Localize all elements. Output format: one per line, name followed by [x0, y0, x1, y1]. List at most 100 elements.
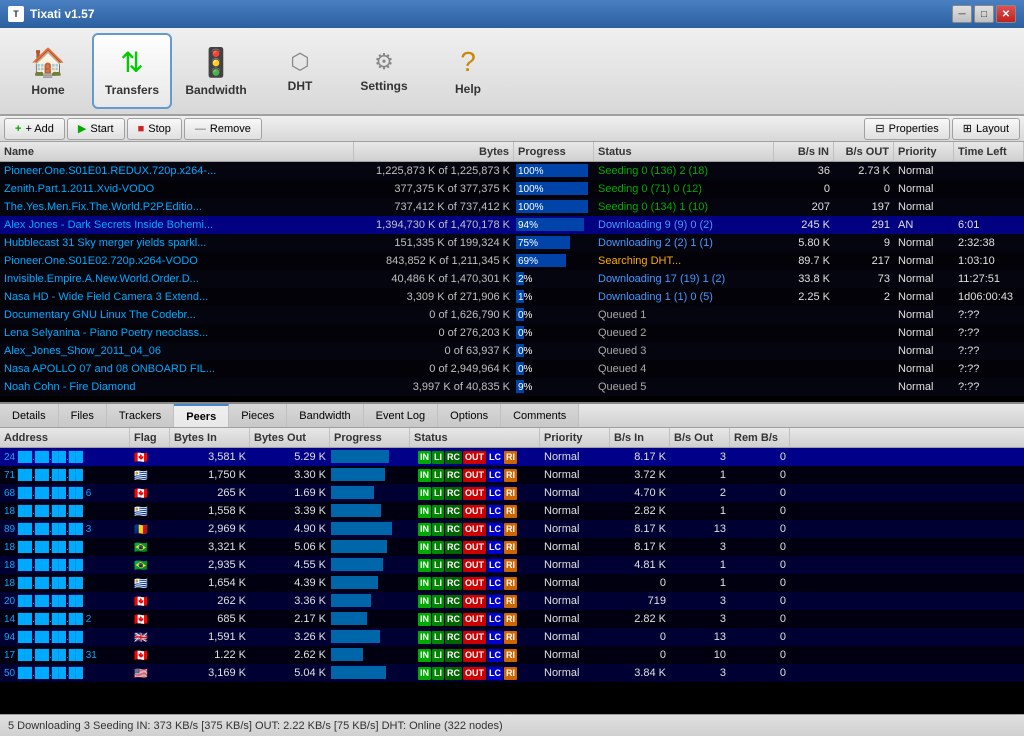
stop-button[interactable]: ■ Stop: [127, 118, 182, 140]
toolbar-dht[interactable]: ⬡ DHT: [260, 33, 340, 109]
toolbar-help[interactable]: ? Help: [428, 33, 508, 109]
peer-col-address: Address: [0, 428, 130, 447]
peer-row[interactable]: 18 ██.██.██.██ 🇺🇾 1,558 K 3.39 K IN LI R…: [0, 502, 1024, 520]
peer-priority: Normal: [540, 556, 610, 574]
peer-progress: [330, 520, 410, 538]
transfer-progress: 2%: [514, 270, 594, 288]
transfer-priority: Normal: [894, 252, 954, 270]
tab-comments[interactable]: Comments: [501, 404, 579, 427]
status-bar: 5 Downloading 3 Seeding IN: 373 KB/s [37…: [0, 714, 1024, 736]
peer-status: IN LI RC OUT LC RI: [410, 502, 540, 520]
peer-row[interactable]: 71 ██.██.██.██ 🇺🇾 1,750 K 3.30 K IN LI R…: [0, 466, 1024, 484]
toolbar-transfers[interactable]: ⇅ Transfers: [92, 33, 172, 109]
transfer-row[interactable]: Hubblecast 31 Sky merger yields sparkl..…: [0, 234, 1024, 252]
peer-bytesin: 2,969 K: [170, 520, 250, 538]
peer-row[interactable]: 20 ██.██.██.██ 🇨🇦 262 K 3.36 K IN LI RC …: [0, 592, 1024, 610]
tab-pieces[interactable]: Pieces: [229, 404, 287, 427]
peer-bytesin: 3,169 K: [170, 664, 250, 682]
peer-status: IN LI RC OUT LC RI: [410, 466, 540, 484]
peer-row[interactable]: 14 ██.██.██.██ 2 🇨🇦 685 K 2.17 K IN LI R…: [0, 610, 1024, 628]
tab-trackers[interactable]: Trackers: [107, 404, 174, 427]
peer-bsin: 719: [610, 592, 670, 610]
transfer-row[interactable]: Documentary GNU Linux The Codebr... 0 of…: [0, 306, 1024, 324]
transfer-bsin: 207: [774, 198, 834, 216]
maximize-button[interactable]: □: [974, 5, 994, 23]
peer-row[interactable]: 94 ██.██.██.██ 🇬🇧 1,591 K 3.26 K IN LI R…: [0, 628, 1024, 646]
peer-progress: [330, 448, 410, 466]
tab-files[interactable]: Files: [59, 404, 107, 427]
remove-button[interactable]: — Remove: [184, 118, 262, 140]
transfer-bsout: [834, 342, 894, 360]
tab-peers[interactable]: Peers: [174, 404, 229, 427]
transfer-row[interactable]: Invisible.Empire.A.New.World.Order.D... …: [0, 270, 1024, 288]
toolbar-settings[interactable]: ⚙ Settings: [344, 33, 424, 109]
properties-button[interactable]: ⊟ Properties: [864, 118, 949, 140]
peer-bytesin: 2,935 K: [170, 556, 250, 574]
transfer-row[interactable]: Nasa APOLLO 07 and 08 ONBOARD FIL... 0 o…: [0, 360, 1024, 378]
peer-rembs: 0: [730, 628, 790, 646]
transfer-row[interactable]: Alex Jones - Dark Secrets Inside Bohemi.…: [0, 216, 1024, 234]
transfer-bytes: 1,225,873 K of 1,225,873 K: [354, 162, 514, 180]
peer-row[interactable]: 89 ██.██.██.██ 3 🇷🇴 2,969 K 4.90 K IN LI…: [0, 520, 1024, 538]
toolbar-home[interactable]: 🏠 Home: [8, 33, 88, 109]
settings-label: Settings: [360, 79, 407, 93]
main-content: Name Bytes Progress Status B/s IN B/s OU…: [0, 142, 1024, 714]
transfer-status: Queued 5: [594, 378, 774, 396]
list-body[interactable]: Pioneer.One.S01E01.REDUX.720p.x264-... 1…: [0, 162, 1024, 402]
peer-status: IN LI RC OUT LC RI: [410, 646, 540, 664]
peer-rembs: 0: [730, 466, 790, 484]
transfer-row[interactable]: Nasa HD - Wide Field Camera 3 Extend... …: [0, 288, 1024, 306]
peer-bsin: 3.72 K: [610, 466, 670, 484]
peer-bytesin: 1,591 K: [170, 628, 250, 646]
peer-row[interactable]: 18 ██.██.██.██ 🇧🇷 2,935 K 4.55 K IN LI R…: [0, 556, 1024, 574]
list-header: Name Bytes Progress Status B/s IN B/s OU…: [0, 142, 1024, 162]
close-button[interactable]: ✕: [996, 5, 1016, 23]
add-button[interactable]: + + Add: [4, 118, 65, 140]
peer-progress: [330, 574, 410, 592]
minimize-button[interactable]: ─: [952, 5, 972, 23]
peer-bytesin: 1,750 K: [170, 466, 250, 484]
transfer-priority: Normal: [894, 306, 954, 324]
transfer-progress: 94%: [514, 216, 594, 234]
peer-bsin: 4.81 K: [610, 556, 670, 574]
peers-table: Address Flag Bytes In Bytes Out Progress…: [0, 428, 1024, 714]
peer-progress: [330, 664, 410, 682]
layout-button[interactable]: ⊞ Layout: [952, 118, 1020, 140]
transfer-row[interactable]: Alex_Jones_Show_2011_04_06 0 of 63,937 K…: [0, 342, 1024, 360]
transfer-bsin: 33.8 K: [774, 270, 834, 288]
transfer-row[interactable]: Pioneer.One.S01E02.720p.x264-VODO 843,85…: [0, 252, 1024, 270]
transfer-timeleft: 1:03:10: [954, 252, 1024, 270]
peer-bytesin: 262 K: [170, 592, 250, 610]
transfer-timeleft: [954, 198, 1024, 216]
transfer-timeleft: ?:??: [954, 342, 1024, 360]
transfer-row[interactable]: The.Yes.Men.Fix.The.World.P2P.Editio... …: [0, 198, 1024, 216]
peer-row[interactable]: 50 ██.██.██.██ 🇺🇸 3,169 K 5.04 K IN LI R…: [0, 664, 1024, 682]
toolbar-bandwidth[interactable]: 🚦 Bandwidth: [176, 33, 256, 109]
peer-row[interactable]: 68 ██.██.██.██ 6 🇨🇦 265 K 1.69 K IN LI R…: [0, 484, 1024, 502]
peer-row[interactable]: 18 ██.██.██.██ 🇧🇷 3,321 K 5.06 K IN LI R…: [0, 538, 1024, 556]
peer-row[interactable]: 18 ██.██.██.██ 🇺🇾 1,654 K 4.39 K IN LI R…: [0, 574, 1024, 592]
transfer-bsin: [774, 324, 834, 342]
peer-flag: 🇨🇦: [130, 646, 170, 664]
transfer-row[interactable]: Pioneer.One.S01E01.REDUX.720p.x264-... 1…: [0, 162, 1024, 180]
transfer-status: Downloading 1 (1) 0 (5): [594, 288, 774, 306]
peer-address: 18 ██.██.██.██: [0, 538, 130, 556]
transfer-bsout: [834, 324, 894, 342]
tab-event-log[interactable]: Event Log: [364, 404, 439, 427]
tab-bandwidth[interactable]: Bandwidth: [287, 404, 363, 427]
transfer-timeleft: [954, 180, 1024, 198]
start-button[interactable]: ▶ Start: [67, 118, 125, 140]
transfer-row[interactable]: Lena Selyanina - Piano Poetry neoclass..…: [0, 324, 1024, 342]
peer-row[interactable]: 24 ██.██.██.██ 🇨🇦 3,581 K 5.29 K IN LI R…: [0, 448, 1024, 466]
peer-progress: [330, 610, 410, 628]
tab-details[interactable]: Details: [0, 404, 59, 427]
transfer-row[interactable]: Zenith.Part.1.2011.Xvid-VODO 377,375 K o…: [0, 180, 1024, 198]
tab-options[interactable]: Options: [438, 404, 501, 427]
transfer-row[interactable]: Noah Cohn - Fire Diamond 3,997 K of 40,8…: [0, 378, 1024, 396]
peer-bytesin: 3,321 K: [170, 538, 250, 556]
peer-flag: 🇷🇴: [130, 520, 170, 538]
peer-row[interactable]: 17 ██.██.██.██ 31 🇨🇦 1.22 K 2.62 K IN LI…: [0, 646, 1024, 664]
transfer-name: Pioneer.One.S01E02.720p.x264-VODO: [0, 252, 354, 270]
peer-bytesout: 4.90 K: [250, 520, 330, 538]
peers-body[interactable]: 24 ██.██.██.██ 🇨🇦 3,581 K 5.29 K IN LI R…: [0, 448, 1024, 714]
